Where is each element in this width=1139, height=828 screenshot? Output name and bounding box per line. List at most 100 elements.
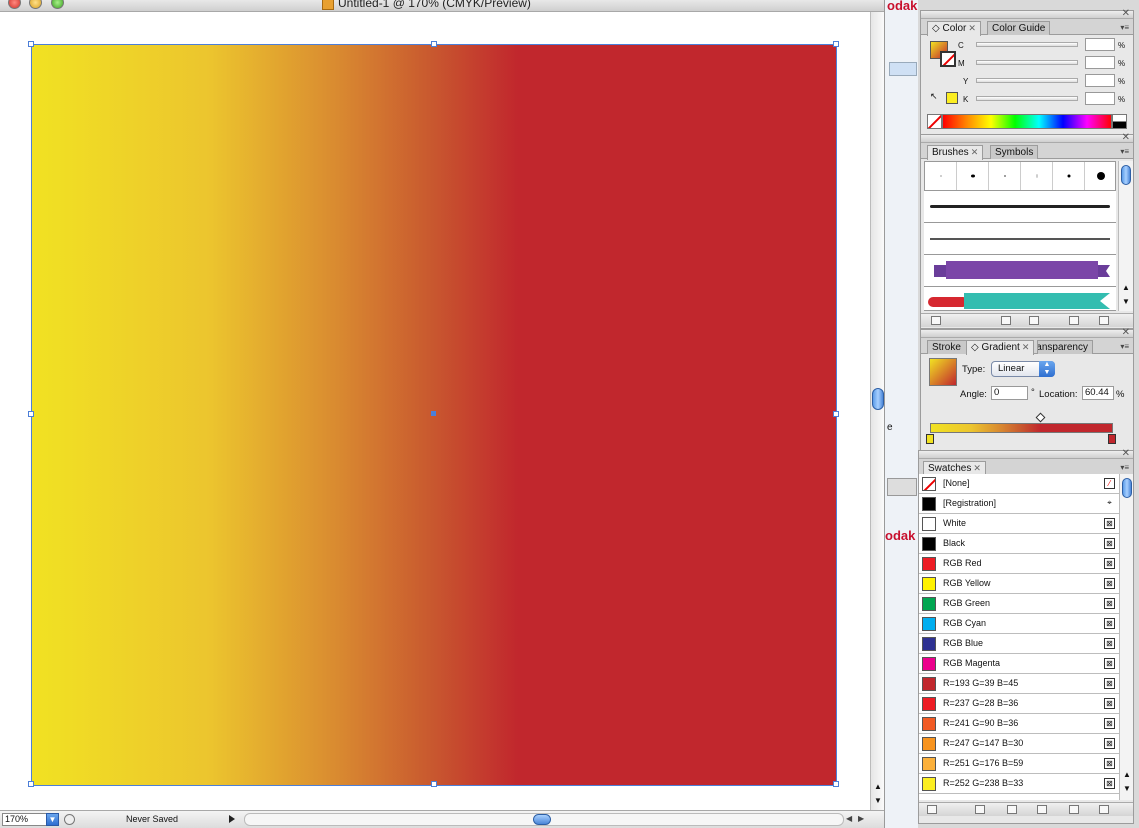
handle-bottom-center[interactable] [431,781,437,787]
brush-options-icon[interactable] [1029,316,1039,325]
handle-top-left[interactable] [28,41,34,47]
cyan-input[interactable] [1085,38,1115,51]
scroll-up-arrow-icon[interactable]: ▲ [1123,770,1131,779]
brush-item[interactable] [924,191,1116,223]
swatch-row[interactable]: Black ⊠ [919,534,1119,554]
gradient-stop-start[interactable] [926,434,934,444]
new-brush-icon[interactable] [1069,316,1079,325]
swatch-row[interactable]: RGB Red ⊠ [919,554,1119,574]
magenta-slider[interactable] [976,60,1078,65]
gradient-stop-end[interactable] [1108,434,1116,444]
swatch-row[interactable]: RGB Green ⊠ [919,594,1119,614]
gradient-type-select[interactable]: Linear ▲ ▼ [991,361,1055,377]
new-color-group-icon[interactable] [1037,805,1047,814]
last-color-swatch[interactable] [946,92,958,104]
status-menu-arrow-icon[interactable] [229,815,235,823]
scroll-up-arrow-icon[interactable]: ▲ [874,782,882,791]
zoom-dropdown-icon[interactable]: ▼ [46,813,59,826]
new-swatch-icon[interactable] [1069,805,1079,814]
gradient-preview-swatch[interactable] [929,358,957,386]
brushes-scrollbar[interactable]: ▲ ▼ [1118,161,1133,311]
handle-top-right[interactable] [833,41,839,47]
scroll-down-arrow-icon[interactable]: ▼ [874,796,882,805]
scroll-down-arrow-icon[interactable]: ▼ [1123,784,1131,793]
location-input[interactable]: 60.44 [1082,386,1114,400]
swatch-row[interactable]: RGB Yellow ⊠ [919,574,1119,594]
angle-input[interactable]: 0 [991,386,1028,400]
magenta-input[interactable] [1085,56,1115,69]
panel-menu-icon[interactable]: ▾≡ [1120,463,1129,472]
cyan-slider[interactable] [976,42,1078,47]
none-color-icon[interactable] [927,114,942,129]
status-menu-icon[interactable] [64,814,75,825]
brush-item[interactable] [924,223,1116,255]
zoom-window-button[interactable] [51,0,64,9]
swatch-row[interactable]: R=247 G=147 B=30 ⊠ [919,734,1119,754]
vertical-scroll-thumb[interactable] [872,388,884,410]
swatch-row[interactable]: R=252 G=238 B=33 ⊠ [919,774,1119,794]
brush-item[interactable] [925,162,957,190]
tab-color[interactable]: ◇ Color ✕ [927,21,981,36]
vertical-scrollbar[interactable]: ▲ ▼ [870,12,884,810]
stroke-swatch[interactable] [940,51,956,67]
close-icon[interactable]: ✕ [1022,342,1030,352]
zoom-field[interactable]: 170% [2,813,50,826]
handle-top-center[interactable] [431,41,437,47]
yellow-input[interactable] [1085,74,1115,87]
color-spectrum[interactable] [942,114,1112,129]
swatch-row[interactable]: [Registration] ⌖ [919,494,1119,514]
swatches-scrollbar[interactable]: ▲ ▼ [1119,474,1133,800]
title-bar[interactable]: Untitled-1 @ 170% (CMYK/Preview) [0,0,884,12]
swatch-row[interactable]: RGB Cyan ⊠ [919,614,1119,634]
black-slider[interactable] [976,96,1078,101]
close-icon[interactable]: ✕ [1122,8,1130,19]
panel-menu-icon[interactable]: ▾≡ [1120,23,1129,32]
brush-item[interactable] [1085,162,1117,190]
brush-library-icon[interactable] [931,316,941,325]
swatch-row[interactable]: White ⊠ [919,514,1119,534]
show-swatch-kinds-icon[interactable] [975,805,985,814]
brushes-scroll-thumb[interactable] [1121,165,1131,185]
close-icon[interactable]: ✕ [971,147,979,157]
swatch-library-icon[interactable] [927,805,937,814]
handle-middle-left[interactable] [28,411,34,417]
tab-transparency[interactable]: Transparency [1037,340,1093,354]
brush-item[interactable] [924,255,1116,287]
swatches-scroll-thumb[interactable] [1122,478,1132,498]
close-window-button[interactable] [8,0,21,9]
trash-icon[interactable] [1099,805,1109,814]
brush-item[interactable] [1053,162,1085,190]
minimize-window-button[interactable] [29,0,42,9]
handle-middle-right[interactable] [833,411,839,417]
tab-stroke[interactable]: Stroke [927,340,967,354]
swatch-options-icon[interactable] [1007,805,1017,814]
swatch-row[interactable]: R=193 G=39 B=45 ⊠ [919,674,1119,694]
handle-bottom-left[interactable] [28,781,34,787]
handle-bottom-right[interactable] [833,781,839,787]
tab-gradient[interactable]: ◇ Gradient ✕ [966,340,1035,355]
brush-item[interactable] [989,162,1021,190]
close-icon[interactable]: ✕ [1122,448,1130,459]
brush-item[interactable] [1021,162,1053,190]
tab-symbols[interactable]: Symbols [990,145,1039,159]
horizontal-scroll-thumb[interactable] [533,814,551,825]
scroll-right-arrow-icon[interactable]: ▶ [858,814,864,823]
brush-item[interactable] [957,162,989,190]
remove-stroke-icon[interactable] [1001,316,1011,325]
scroll-down-arrow-icon[interactable]: ▼ [1122,297,1130,306]
brush-item[interactable] [924,287,1116,311]
yellow-slider[interactable] [976,78,1078,83]
tab-brushes[interactable]: Brushes ✕ [927,145,984,160]
swatch-row[interactable]: RGB Blue ⊠ [919,634,1119,654]
swatch-row[interactable]: RGB Magenta ⊠ [919,654,1119,674]
black-input[interactable] [1085,92,1115,105]
tab-color-guide[interactable]: Color Guide [987,21,1051,35]
swatch-row[interactable]: R=237 G=28 B=36 ⊠ [919,694,1119,714]
close-icon[interactable]: ✕ [1122,132,1130,143]
black-white-swatch[interactable] [1112,114,1127,129]
panel-menu-icon[interactable]: ▾≡ [1120,147,1129,156]
close-icon[interactable]: ✕ [1122,327,1130,338]
horizontal-scrollbar[interactable] [244,813,844,826]
swatch-row[interactable]: [None] ⁄ [919,474,1119,494]
trash-icon[interactable] [1099,316,1109,325]
